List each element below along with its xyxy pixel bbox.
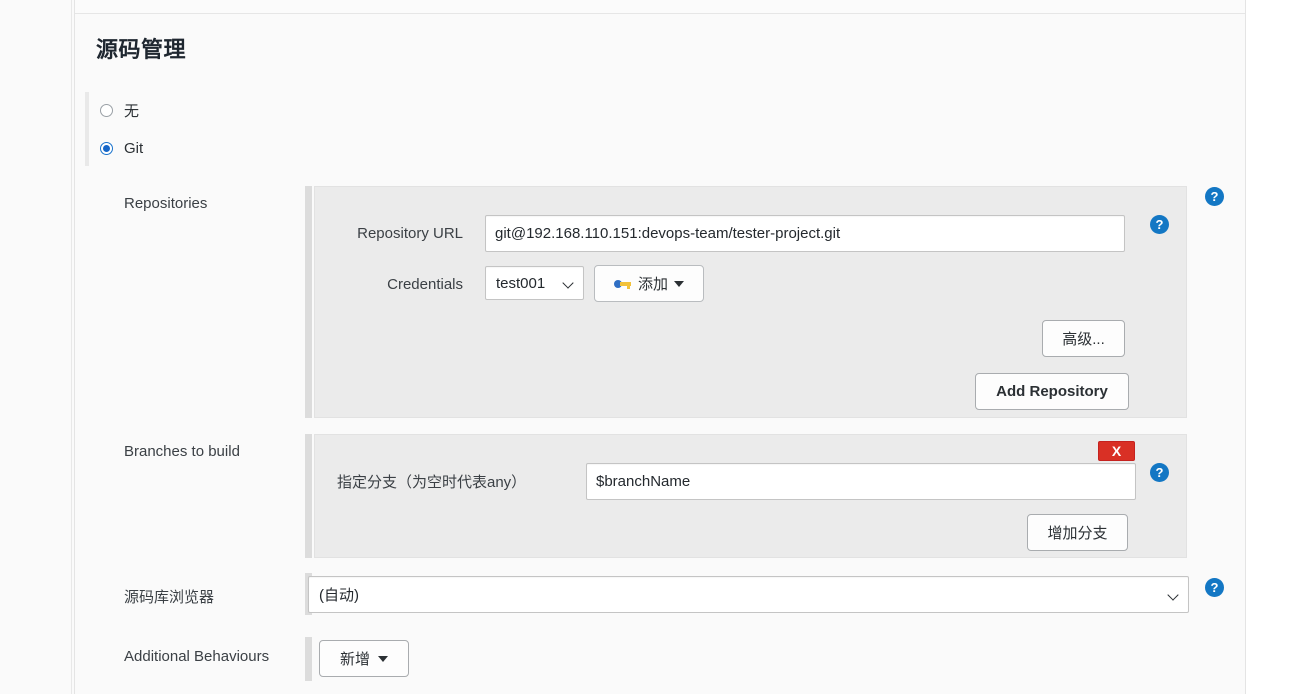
repositories-label: Repositories [124, 195, 208, 212]
top-divider [75, 13, 1245, 14]
branch-specifier-help-icon[interactable]: ? [1147, 460, 1172, 485]
repository-browser-help-icon[interactable]: ? [1202, 575, 1227, 600]
repositories-panel: Repository URL Credentials test001 添加 高级… [314, 186, 1187, 418]
branch-specifier-input[interactable] [586, 463, 1136, 500]
branches-to-build-label: Branches to build [124, 443, 240, 460]
chevron-down-icon [563, 277, 575, 289]
repository-url-label: Repository URL [357, 225, 463, 242]
additional-behaviours-indent-bar [305, 637, 312, 681]
repository-browser-select-value: (自动) [319, 587, 359, 604]
radio-option-git[interactable]: Git [100, 137, 143, 159]
credentials-label: Credentials [387, 276, 463, 293]
scm-configuration-page: 源码管理 无 Git Repositories Repository URL C… [0, 0, 1293, 694]
radio-dot-git[interactable] [100, 141, 113, 155]
top-strip [75, 0, 1245, 13]
branch-specifier-label: 指定分支（为空时代表any） [337, 474, 527, 491]
repository-browser-select[interactable]: (自动) [308, 576, 1189, 613]
radio-label-git: Git [124, 139, 144, 157]
radio-label-none: 无 [124, 102, 140, 120]
delete-branch-button[interactable]: X [1098, 441, 1135, 461]
key-icon [613, 278, 632, 290]
repository-browser-label: 源码库浏览器 [124, 589, 215, 606]
add-branch-button[interactable]: 增加分支 [1027, 514, 1128, 551]
repository-url-input[interactable] [485, 215, 1125, 252]
chevron-down-icon [1168, 589, 1180, 601]
radio-dot-none[interactable] [100, 103, 113, 117]
radio-option-none[interactable]: 无 [100, 99, 139, 121]
additional-behaviours-label: Additional Behaviours [124, 648, 270, 665]
left-border-inner [74, 0, 75, 694]
add-credentials-button[interactable]: 添加 [594, 265, 704, 302]
advanced-button[interactable]: 高级... [1042, 320, 1125, 357]
branches-panel: 指定分支（为空时代表any） 增加分支 [314, 434, 1187, 558]
repositories-help-icon[interactable]: ? [1202, 184, 1227, 209]
repositories-indent-bar [305, 186, 312, 418]
add-behaviour-button[interactable]: 新增 [319, 640, 409, 677]
repository-url-help-icon[interactable]: ? [1147, 212, 1172, 237]
left-border [71, 0, 72, 694]
credentials-select[interactable]: test001 [485, 266, 584, 300]
right-margin [1246, 0, 1293, 694]
add-repository-button[interactable]: Add Repository [975, 373, 1129, 410]
page-title: 源码管理 [96, 37, 187, 62]
add-credentials-label: 添加 [637, 276, 668, 293]
branches-indent-bar [305, 434, 312, 558]
caret-down-icon [378, 655, 388, 662]
credentials-select-value: test001 [496, 274, 546, 292]
caret-down-icon [674, 280, 684, 287]
add-behaviour-label: 新增 [339, 651, 370, 668]
scm-radio-group-indent [85, 92, 89, 166]
